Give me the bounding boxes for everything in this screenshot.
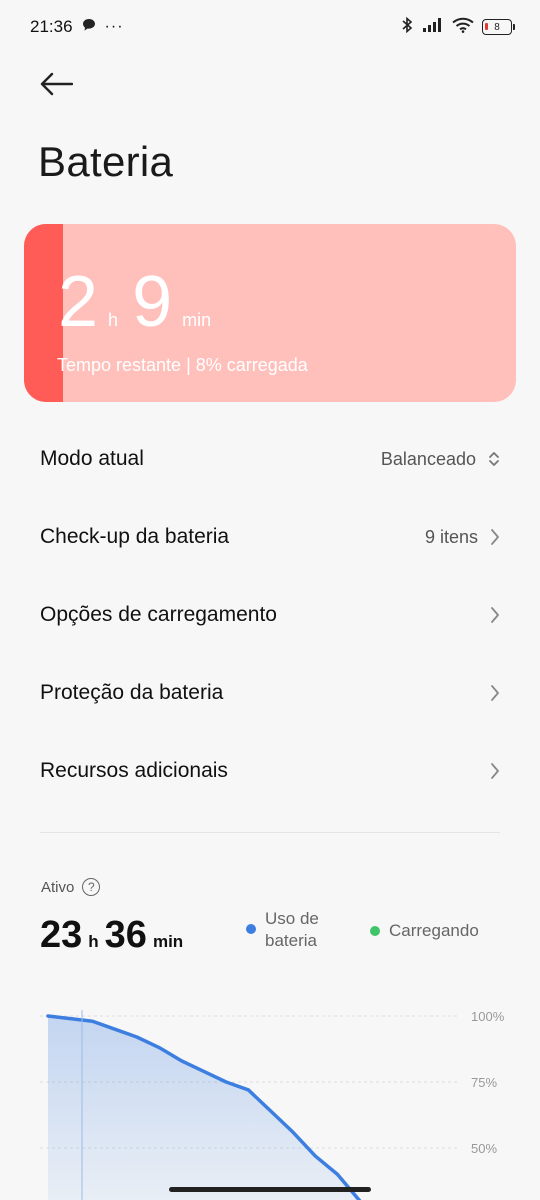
row-current-mode[interactable]: Modo atual Balanceado bbox=[0, 420, 540, 498]
row-label: Modo atual bbox=[40, 447, 144, 470]
status-left: 21:36 ··· bbox=[30, 17, 124, 38]
battery-usage-chart: 100% 75% 50% bbox=[40, 1009, 505, 1200]
legend-dot-charging bbox=[370, 926, 380, 936]
bluetooth-icon bbox=[400, 16, 414, 39]
more-dots-icon: ··· bbox=[104, 18, 124, 35]
arrow-left-icon bbox=[40, 72, 73, 96]
y-tick-label: 50% bbox=[471, 1141, 497, 1156]
status-time: 21:36 bbox=[30, 17, 73, 36]
chevron-right-icon bbox=[491, 685, 499, 701]
legend-label-line1: Uso de bbox=[265, 909, 319, 928]
page-title: Bateria bbox=[38, 138, 174, 185]
battery-remaining-card: 2 h 9 min Tempo restante | 8% carregada bbox=[24, 224, 516, 402]
legend-label-usage: Uso de bateria bbox=[265, 908, 319, 952]
remaining-minutes: 9 bbox=[132, 262, 173, 342]
legend-battery-usage: Uso de bateria bbox=[246, 908, 319, 952]
y-tick-label: 75% bbox=[471, 1075, 497, 1090]
battery-icon: 8 bbox=[482, 19, 515, 35]
remaining-hours: 2 bbox=[58, 262, 99, 342]
home-indicator bbox=[169, 1187, 371, 1192]
row-label: Proteção da bateria bbox=[40, 681, 224, 704]
hours-unit: h bbox=[108, 310, 119, 330]
row-label: Recursos adicionais bbox=[40, 759, 228, 782]
active-hours: 23 bbox=[40, 914, 83, 956]
active-minutes: 36 bbox=[104, 914, 147, 956]
active-hours-unit: h bbox=[88, 932, 99, 951]
row-right: Balanceado bbox=[381, 449, 500, 470]
wifi-icon bbox=[452, 17, 474, 38]
legend-label-charging: Carregando bbox=[389, 921, 479, 940]
chat-bubble-icon bbox=[81, 17, 97, 38]
row-right bbox=[490, 762, 500, 780]
updown-chevron-icon bbox=[489, 452, 499, 466]
row-value: Balanceado bbox=[380, 448, 476, 469]
section-divider bbox=[40, 832, 500, 833]
row-charging-options[interactable]: Opções de carregamento bbox=[0, 576, 540, 654]
legend-label-line2: bateria bbox=[265, 931, 317, 950]
active-label-text: Ativo bbox=[41, 878, 75, 896]
row-right bbox=[490, 684, 500, 702]
row-battery-checkup[interactable]: Check-up da bateria 9 itens bbox=[0, 498, 540, 576]
help-icon[interactable]: ? bbox=[82, 878, 101, 896]
row-label: Check-up da bateria bbox=[40, 525, 230, 548]
row-label: Opções de carregamento bbox=[40, 603, 277, 626]
row-additional-features[interactable]: Recursos adicionais bbox=[0, 732, 540, 810]
status-right: 8 bbox=[400, 16, 515, 39]
settings-list: Modo atual Balanceado Check-up da bateri… bbox=[0, 420, 540, 810]
row-value: 9 itens bbox=[424, 526, 478, 547]
y-tick-label: 100% bbox=[471, 1009, 505, 1024]
legend-dot-usage bbox=[246, 924, 256, 934]
chevron-right-icon bbox=[491, 529, 499, 545]
row-right bbox=[490, 606, 500, 624]
row-battery-protection[interactable]: Proteção da bateria bbox=[0, 654, 540, 732]
battery-level-text: 8 bbox=[494, 21, 500, 33]
back-button[interactable] bbox=[36, 66, 76, 102]
battery-card-subtitle: Tempo restante | 8% carregada bbox=[57, 355, 308, 375]
active-time: 23 h 36 min bbox=[40, 914, 189, 957]
legend-charging: Carregando bbox=[370, 920, 479, 942]
status-bar: 21:36 ··· 8 bbox=[0, 0, 540, 54]
chevron-right-icon bbox=[491, 607, 499, 623]
row-right: 9 itens bbox=[425, 527, 500, 548]
usage-area bbox=[48, 1016, 382, 1200]
minutes-unit: min bbox=[182, 310, 212, 330]
chevron-right-icon bbox=[491, 763, 499, 779]
signal-icon bbox=[422, 17, 444, 38]
active-label: Ativo ? bbox=[41, 878, 101, 896]
time-remaining: 2 h 9 min bbox=[58, 266, 225, 338]
active-minutes-unit: min bbox=[152, 932, 184, 951]
